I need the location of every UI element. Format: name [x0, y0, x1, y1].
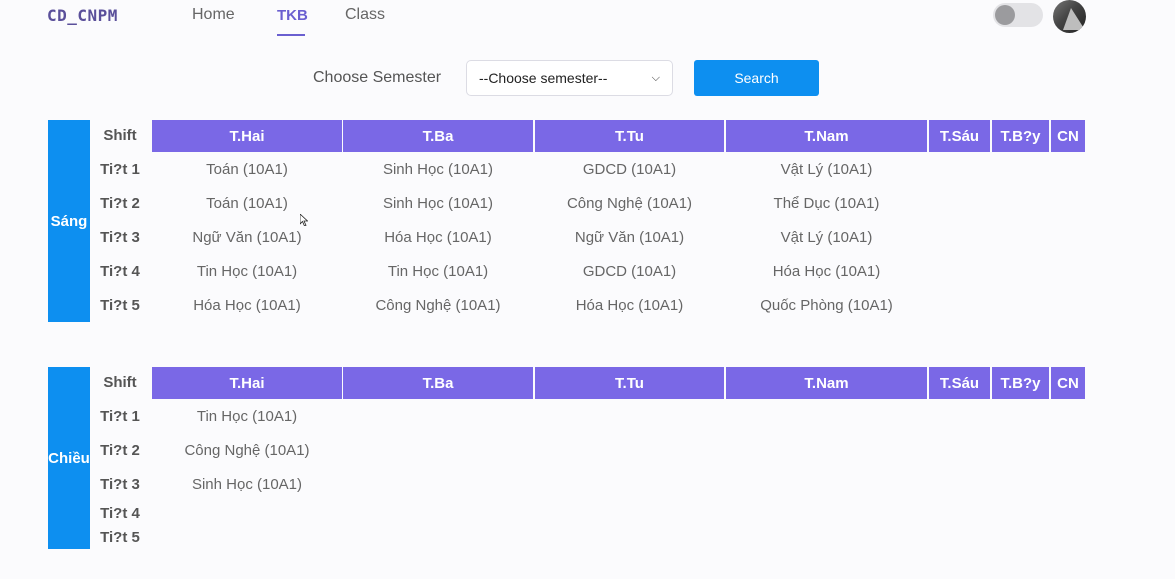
session-label: Sáng — [48, 120, 90, 322]
timetable-cell[interactable]: Ngữ Văn (10A1) — [152, 229, 342, 246]
day-header: CN — [1051, 120, 1085, 152]
period-label: Ti?t 3 — [100, 476, 140, 493]
period-label: Ti?t 4 — [100, 505, 140, 522]
brand-logo[interactable]: CD_CNPM — [47, 6, 118, 25]
nav-tkb[interactable]: TKB — [277, 7, 308, 24]
nav-home[interactable]: Home — [192, 6, 235, 24]
timetable-cell[interactable]: Công Nghệ (10A1) — [152, 442, 342, 459]
timetable-cell[interactable]: Sinh Học (10A1) — [152, 476, 342, 493]
theme-toggle[interactable] — [993, 3, 1043, 27]
period-label: Ti?t 4 — [100, 263, 140, 280]
period-label: Ti?t 3 — [100, 229, 140, 246]
timetable-cell[interactable]: GDCD (10A1) — [535, 161, 724, 178]
timetable-cell[interactable]: Sinh Học (10A1) — [343, 195, 533, 212]
search-button[interactable]: Search — [694, 60, 819, 96]
session-label: Chiều — [48, 367, 90, 549]
avatar[interactable] — [1053, 0, 1086, 33]
day-header: T.Sáu — [929, 120, 990, 152]
day-header: CN — [1051, 367, 1085, 399]
period-label: Ti?t 1 — [100, 408, 140, 425]
chevron-down-icon: ⌵ — [651, 71, 660, 84]
timetable-cell[interactable]: Tin Học (10A1) — [152, 408, 342, 425]
period-label: Ti?t 2 — [100, 442, 140, 459]
timetable-cell[interactable]: Công Nghệ (10A1) — [343, 297, 533, 314]
timetable-cell[interactable]: Hóa Học (10A1) — [726, 263, 927, 280]
timetable-cell[interactable]: Hóa Học (10A1) — [343, 229, 533, 246]
avatar-image — [1063, 8, 1085, 30]
period-label: Ti?t 2 — [100, 195, 140, 212]
timetable-cell[interactable]: Ngữ Văn (10A1) — [535, 229, 724, 246]
period-label: Ti?t 5 — [100, 297, 140, 314]
timetable-cell[interactable]: Tin Học (10A1) — [152, 263, 342, 280]
timetable-cell[interactable]: Sinh Học (10A1) — [343, 161, 533, 178]
timetable-cell[interactable]: Công Nghệ (10A1) — [535, 195, 724, 212]
timetable-cell[interactable]: Quốc Phòng (10A1) — [726, 297, 927, 314]
day-header: T.Hai — [152, 120, 342, 152]
toggle-knob — [995, 5, 1015, 25]
shift-header: Shift — [103, 127, 137, 144]
day-header: T.Ba — [343, 367, 533, 399]
period-label: Ti?t 5 — [100, 529, 140, 546]
day-header: T.Sáu — [929, 367, 990, 399]
timetable-cell[interactable]: Vật Lý (10A1) — [726, 161, 927, 178]
timetable-cell[interactable]: GDCD (10A1) — [535, 263, 724, 280]
day-header: T.Hai — [152, 367, 342, 399]
shift-header: Shift — [103, 374, 137, 391]
timetable-cell[interactable]: Hóa Học (10A1) — [152, 297, 342, 314]
timetable-cell[interactable]: Hóa Học (10A1) — [535, 297, 724, 314]
timetable-cell[interactable]: Tin Học (10A1) — [343, 263, 533, 280]
timetable-cell[interactable]: Vật Lý (10A1) — [726, 229, 927, 246]
timetable-cell[interactable]: Toán (10A1) — [152, 195, 342, 212]
semester-select-value: --Choose semester-- — [479, 70, 608, 86]
day-header: T.Nam — [726, 367, 927, 399]
nav-class[interactable]: Class — [345, 6, 385, 24]
mouse-cursor-icon — [300, 214, 308, 226]
day-header: T.Tu — [535, 120, 724, 152]
period-label: Ti?t 1 — [100, 161, 140, 178]
day-header: T.Nam — [726, 120, 927, 152]
nav-active-indicator — [277, 34, 305, 36]
semester-label: Choose Semester — [313, 69, 442, 86]
day-header: T.B?y — [992, 120, 1049, 152]
day-header: T.Ba — [343, 120, 533, 152]
day-header: T.Tu — [535, 367, 724, 399]
day-header: T.B?y — [992, 367, 1049, 399]
timetable-cell[interactable]: Toán (10A1) — [152, 161, 342, 178]
timetable-cell[interactable]: Thể Dục (10A1) — [726, 195, 927, 212]
semester-select[interactable]: --Choose semester-- ⌵ — [466, 60, 673, 96]
